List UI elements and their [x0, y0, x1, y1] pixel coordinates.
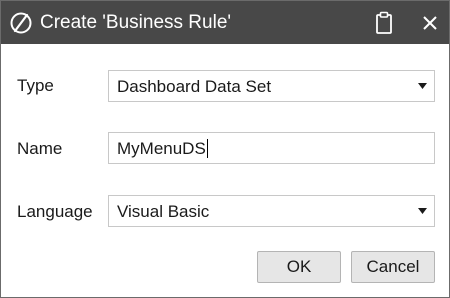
clipboard-icon[interactable]: [373, 11, 395, 35]
dropdown-arrow-icon: [418, 208, 427, 214]
language-dropdown[interactable]: Visual Basic: [108, 195, 435, 227]
name-label: Name: [17, 139, 63, 158]
app-logo-icon: [10, 12, 32, 34]
type-dropdown[interactable]: Dashboard Data Set: [108, 70, 435, 102]
ok-button[interactable]: OK: [257, 251, 341, 283]
name-input-value: MyMenuDS: [117, 139, 208, 158]
name-input[interactable]: MyMenuDS: [108, 132, 435, 164]
language-label: Language: [17, 202, 93, 221]
close-icon[interactable]: [421, 14, 439, 32]
language-selected-value: Visual Basic: [117, 202, 210, 221]
title-bar[interactable]: Create 'Business Rule': [1, 1, 449, 44]
dialog-title: Create 'Business Rule': [40, 12, 232, 33]
type-label: Type: [17, 76, 54, 95]
type-selected-value: Dashboard Data Set: [117, 77, 272, 96]
create-business-rule-dialog: Create 'Business Rule' Type Dashboard Da…: [0, 0, 450, 298]
dropdown-arrow-icon: [418, 83, 427, 89]
text-cursor: [206, 139, 208, 158]
cancel-button[interactable]: Cancel: [351, 251, 435, 283]
